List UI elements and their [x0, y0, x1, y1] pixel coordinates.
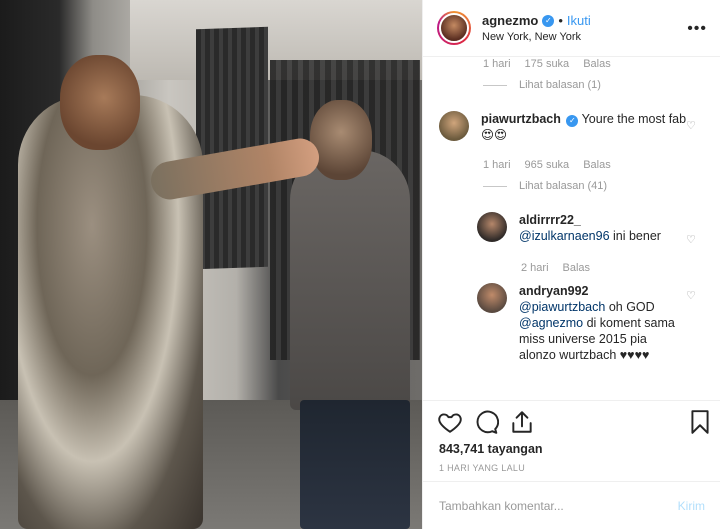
comment-time[interactable]: 2 hari	[521, 262, 549, 274]
comment-mention[interactable]: @izulkarnaen96	[519, 229, 610, 243]
share-icon[interactable]	[509, 409, 535, 435]
comment-text: aldirrrr22_ @izulkarnaen96 ini bener	[519, 212, 661, 244]
commenter-avatar[interactable]	[477, 212, 507, 242]
post-location[interactable]: New York, New York	[482, 31, 591, 43]
reply-meta: 2 hari Balas	[521, 262, 590, 274]
comment-input[interactable]	[439, 498, 678, 513]
post-comment-button[interactable]: Kirim	[678, 499, 705, 513]
separator-dot: •	[558, 13, 563, 28]
like-comment-heart-icon[interactable]: ♡	[686, 291, 697, 302]
commenter-username[interactable]: andryan992	[519, 283, 679, 299]
video-person-right-head	[310, 100, 372, 180]
post-actions: 843,741 tayangan 1 HARI YANG LALU	[423, 400, 720, 480]
view-replies-label: Lihat balasan (1)	[519, 79, 601, 91]
author-avatar[interactable]	[439, 13, 469, 43]
post-timestamp: 1 HARI YANG LALU	[439, 463, 525, 473]
author-username[interactable]: agnezmo	[482, 13, 538, 28]
save-bookmark-icon[interactable]	[687, 409, 713, 435]
verified-badge-icon: ✓	[566, 115, 579, 127]
comment-reply-button[interactable]: Balas	[563, 262, 591, 274]
reply-item: andryan992 @piawurtzbach oh GOD @agnezmo…	[477, 283, 699, 363]
video-person-right	[290, 150, 410, 410]
video-person-right-legs	[300, 400, 410, 529]
view-replies-label: Lihat balasan (41)	[519, 180, 608, 192]
comment-reply-button[interactable]: Balas	[583, 58, 611, 70]
comment-text: andryan992 @piawurtzbach oh GOD @agnezmo…	[519, 283, 679, 363]
view-replies-line	[483, 185, 507, 187]
view-replies-line	[483, 84, 507, 86]
comment-likes[interactable]: 965 suka	[525, 159, 570, 171]
author-info: agnezmo ✓ • Ikuti New York, New York	[482, 13, 591, 43]
like-comment-heart-icon[interactable]: ♡	[686, 235, 697, 246]
comment-time[interactable]: 1 hari	[483, 58, 511, 70]
comment-mention[interactable]: @piawurtzbach	[519, 300, 605, 314]
reply-item: aldirrrr22_ @izulkarnaen96 ini bener	[477, 212, 699, 244]
verified-badge-icon: ✓	[542, 14, 555, 27]
comment-bubble-icon[interactable]	[473, 409, 499, 435]
author-avatar-ring[interactable]	[437, 11, 471, 45]
comment-item: piawurtzbach ✓ Youre the most fab 😍😍	[439, 111, 699, 143]
like-heart-icon[interactable]	[437, 409, 463, 435]
view-replies-button[interactable]: Lihat balasan (41)	[483, 180, 607, 192]
post-header: agnezmo ✓ • Ikuti New York, New York •••	[423, 0, 720, 57]
view-replies-button[interactable]: Lihat balasan (1)	[483, 79, 601, 91]
comment-body: ini bener	[609, 229, 661, 243]
add-comment-bar: Kirim	[423, 481, 720, 529]
post-sidebar: agnezmo ✓ • Ikuti New York, New York •••…	[422, 0, 720, 529]
commenter-avatar[interactable]	[477, 283, 507, 313]
like-comment-heart-icon[interactable]: ♡	[686, 121, 697, 132]
comment-body: oh GOD	[605, 300, 655, 314]
commenter-username[interactable]: piawurtzbach	[481, 112, 561, 126]
more-options-icon[interactable]: •••	[687, 20, 707, 38]
commenter-username[interactable]: aldirrrr22_	[519, 212, 661, 228]
commenter-avatar[interactable]	[439, 111, 469, 141]
comment-time[interactable]: 1 hari	[483, 159, 511, 171]
comment-reply-button[interactable]: Balas	[583, 159, 611, 171]
comment-text: piawurtzbach ✓ Youre the most fab 😍😍	[481, 111, 699, 143]
author-row: agnezmo ✓ • Ikuti	[482, 13, 591, 28]
comment-meta: 1 hari 175 suka Balas	[483, 58, 611, 70]
follow-button[interactable]: Ikuti	[567, 13, 591, 28]
view-count[interactable]: 843,741 tayangan	[439, 442, 543, 456]
comment-likes[interactable]: 175 suka	[525, 58, 570, 70]
comment-meta: 1 hari 965 suka Balas	[483, 159, 611, 171]
comments-list[interactable]: 1 hari 175 suka Balas Lihat balasan (1) …	[423, 57, 720, 400]
comment-mention[interactable]: @agnezmo	[519, 316, 583, 330]
post-video[interactable]	[0, 0, 422, 529]
video-person-left-head	[60, 55, 140, 150]
